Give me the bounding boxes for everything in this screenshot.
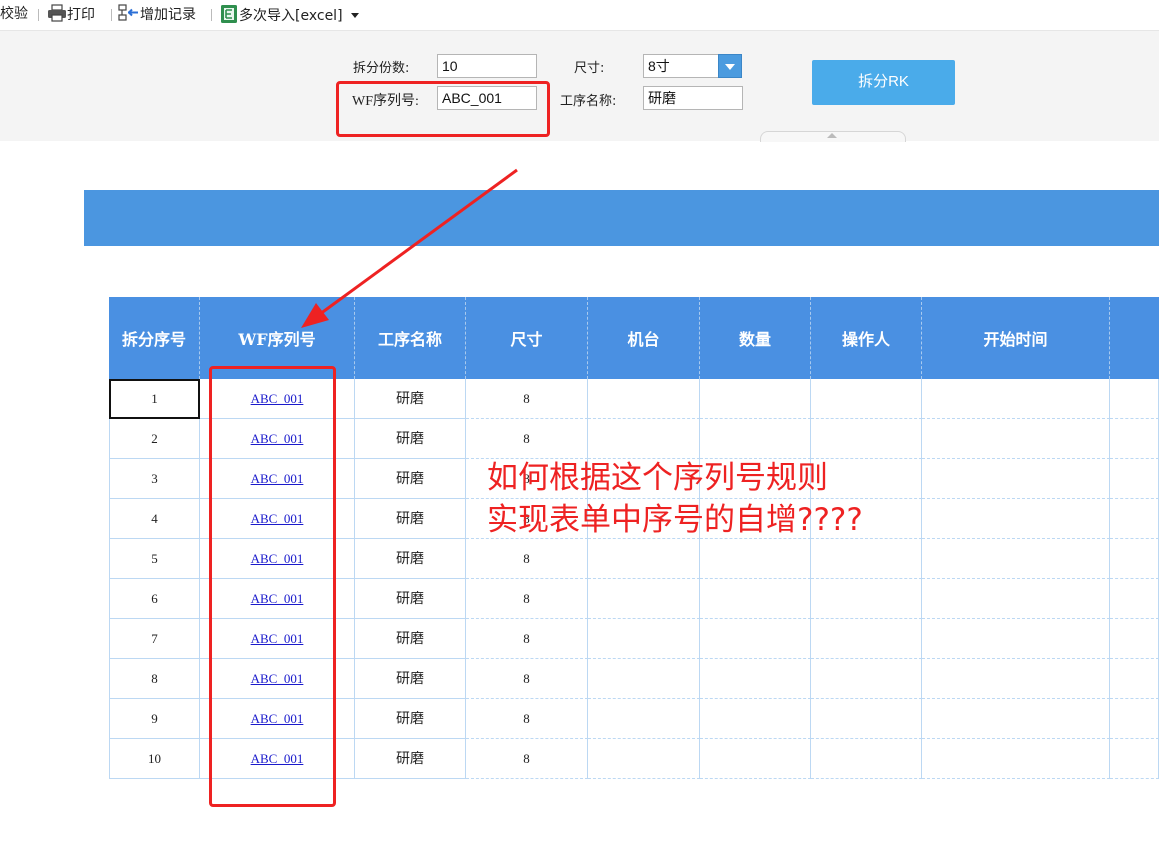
annotation-line-2: 实现表单中序号的自增???? bbox=[487, 502, 863, 538]
annotation-text: 如何根据这个序列号规则 实现表单中序号的自增???? bbox=[487, 457, 863, 541]
annotation-line-1: 如何根据这个序列号规则 bbox=[487, 460, 828, 496]
annotation-arrow bbox=[301, 168, 518, 328]
